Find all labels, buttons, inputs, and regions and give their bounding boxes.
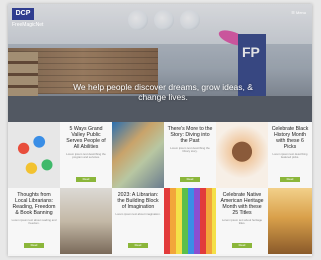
- article-card[interactable]: Celebrate Black History Month with these…: [268, 122, 312, 188]
- bird-illustration-image[interactable]: [60, 188, 112, 254]
- card-body: Lorem ipsum text about reading and freed…: [11, 218, 57, 226]
- card-title: There's More to the Story: Diving into t…: [167, 126, 213, 144]
- menu-label: Menu: [295, 10, 306, 15]
- accessibility-icons-image[interactable]: [8, 122, 60, 188]
- library-homepage: FP DCP FreeMagicNet ☰ Menu We help peopl…: [8, 4, 312, 256]
- card-body: Lorem ipsum text about imagination.: [115, 212, 161, 216]
- card-title: 5 Ways Grand Valley Public Serves People…: [66, 126, 106, 150]
- card-body: Lorem ipsum text describing featured pic…: [272, 152, 308, 160]
- read-button[interactable]: Read: [128, 243, 148, 248]
- article-card[interactable]: 5 Ways Grand Valley Public Serves People…: [60, 122, 112, 188]
- desert-landscape-image[interactable]: [268, 188, 312, 254]
- read-button[interactable]: Read: [24, 243, 44, 248]
- article-card[interactable]: There's More to the Story: Diving into t…: [164, 122, 216, 188]
- read-button[interactable]: Read: [180, 177, 200, 182]
- rainbow-pencils-image[interactable]: [164, 188, 216, 254]
- article-card[interactable]: Celebrate Native American Heritage Month…: [216, 188, 268, 254]
- portrait-image[interactable]: [216, 122, 268, 188]
- article-card[interactable]: Thoughts from Local Librarians: Reading,…: [8, 188, 60, 254]
- card-title: Celebrate Native American Heritage Month…: [220, 192, 264, 216]
- read-button[interactable]: Read: [280, 177, 300, 182]
- card-body: Lorem ipsum text describing the library …: [170, 146, 210, 154]
- read-button[interactable]: Read: [232, 243, 252, 248]
- hero-banner: FP DCP FreeMagicNet ☰ Menu We help peopl…: [8, 4, 312, 122]
- read-button[interactable]: Read: [76, 177, 96, 182]
- history-collage-image[interactable]: [112, 122, 164, 188]
- card-title: 2023: A Librarian: the Building Block of…: [117, 192, 159, 210]
- content-grid: 5 Ways Grand Valley Public Serves People…: [8, 122, 312, 256]
- brand-name[interactable]: FreeMagicNet: [12, 22, 43, 28]
- hero-overlay: [8, 4, 312, 122]
- hamburger-icon: ☰: [291, 10, 295, 15]
- hero-tagline: We help people discover dreams, grow ide…: [73, 82, 253, 102]
- card-body: Lorem ipsum text about heritage titles.: [221, 218, 263, 226]
- card-body: Lorem ipsum text describing the program …: [66, 152, 106, 160]
- article-card[interactable]: 2023: A Librarian: the Building Block of…: [112, 188, 164, 254]
- card-title: Thoughts from Local Librarians: Reading,…: [12, 192, 56, 216]
- card-title: Celebrate Black History Month with these…: [271, 126, 309, 150]
- menu-button[interactable]: ☰ Menu: [291, 10, 306, 15]
- site-logo[interactable]: DCP: [12, 8, 34, 20]
